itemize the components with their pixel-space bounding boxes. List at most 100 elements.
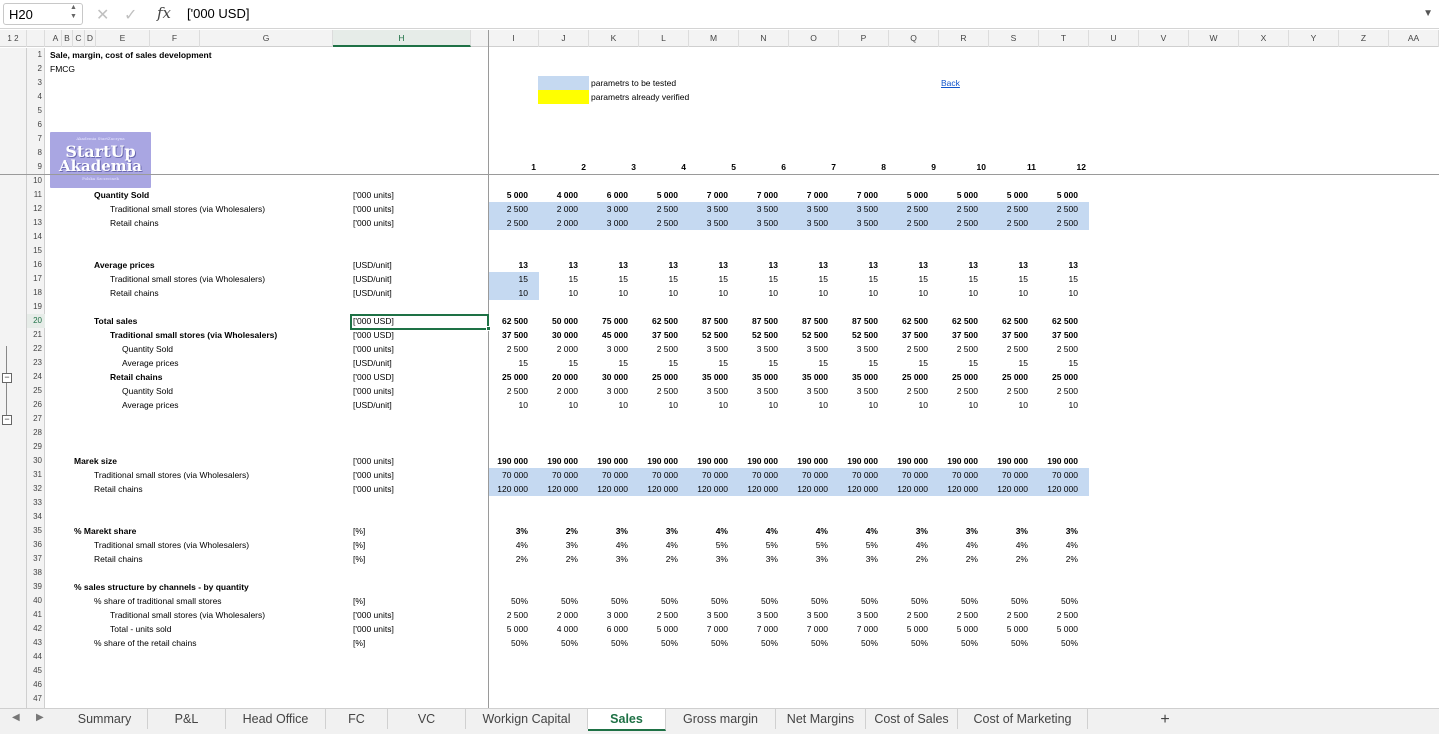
value-cell[interactable]: 2 500 [639, 384, 689, 398]
row-header-3[interactable]: 3 [27, 76, 45, 90]
value-cell[interactable]: 87 500 [689, 314, 739, 328]
value-cell[interactable]: 3 500 [789, 216, 839, 230]
value-cell[interactable]: 15 [589, 272, 639, 286]
column-header-y[interactable]: Y [1289, 30, 1339, 47]
column-header-r[interactable]: R [939, 30, 989, 47]
value-cell[interactable]: 10 [889, 398, 939, 412]
value-cell[interactable]: 2 500 [489, 608, 539, 622]
value-cell[interactable]: 10 [639, 286, 689, 300]
value-cell[interactable]: 120 000 [889, 482, 939, 496]
value-cell[interactable]: 45 000 [589, 328, 639, 342]
row-header-1[interactable]: 1 [27, 48, 45, 62]
value-cell[interactable]: 3% [539, 538, 589, 552]
value-cell[interactable]: 15 [989, 272, 1039, 286]
value-cell[interactable]: 120 000 [539, 482, 589, 496]
value-cell[interactable]: 3 500 [739, 216, 789, 230]
row-header-14[interactable]: 14 [27, 230, 45, 244]
value-cell[interactable]: 15 [739, 356, 789, 370]
value-cell[interactable]: 3 500 [789, 342, 839, 356]
row-header-20[interactable]: 20 [27, 314, 45, 328]
value-cell[interactable]: 50% [489, 636, 539, 650]
value-cell[interactable]: 120 000 [939, 482, 989, 496]
value-cell[interactable]: 50 000 [539, 314, 589, 328]
value-cell[interactable]: 2 500 [989, 384, 1039, 398]
value-cell[interactable]: 7 000 [739, 622, 789, 636]
row-header-6[interactable]: 6 [27, 118, 45, 132]
period-header[interactable]: 12 [1039, 160, 1086, 174]
row-header-2[interactable]: 2 [27, 62, 45, 76]
value-cell[interactable]: 70 000 [839, 468, 889, 482]
value-cell[interactable]: 10 [989, 286, 1039, 300]
value-cell[interactable]: 50% [839, 636, 889, 650]
value-cell[interactable]: 2 500 [1039, 608, 1089, 622]
value-cell[interactable]: 2 500 [1039, 384, 1089, 398]
column-header-x[interactable]: X [1239, 30, 1289, 47]
value-cell[interactable]: 5 000 [889, 188, 939, 202]
value-cell[interactable]: 4% [1039, 538, 1089, 552]
value-cell[interactable]: 30 000 [539, 328, 589, 342]
period-header[interactable]: 7 [789, 160, 836, 174]
value-cell[interactable]: 3% [739, 552, 789, 566]
row-header-25[interactable]: 25 [27, 384, 45, 398]
value-cell[interactable]: 2 500 [639, 202, 689, 216]
add-sheet-button[interactable]: + [1152, 710, 1178, 730]
value-cell[interactable]: 120 000 [689, 482, 739, 496]
period-header[interactable]: 11 [989, 160, 1036, 174]
value-cell[interactable]: 2 500 [889, 342, 939, 356]
value-cell[interactable]: 15 [1039, 356, 1089, 370]
row-header-40[interactable]: 40 [27, 594, 45, 608]
value-cell[interactable]: 50% [539, 636, 589, 650]
value-cell[interactable]: 50% [739, 636, 789, 650]
value-cell[interactable]: 3% [989, 524, 1039, 538]
value-cell[interactable]: 52 500 [689, 328, 739, 342]
value-cell[interactable]: 13 [689, 258, 739, 272]
value-cell[interactable]: 10 [989, 398, 1039, 412]
row-header-17[interactable]: 17 [27, 272, 45, 286]
value-cell[interactable]: 2 500 [889, 608, 939, 622]
value-cell[interactable]: 50% [889, 594, 939, 608]
value-cell[interactable]: 2 500 [939, 202, 989, 216]
value-cell[interactable]: 2 000 [539, 202, 589, 216]
value-cell[interactable]: 120 000 [739, 482, 789, 496]
sheet-tab-workign-capital[interactable]: Workign Capital [466, 709, 588, 729]
value-cell[interactable]: 15 [989, 356, 1039, 370]
row-header-39[interactable]: 39 [27, 580, 45, 594]
value-cell[interactable]: 10 [889, 286, 939, 300]
prev-sheet-icon[interactable]: ◀ [12, 712, 20, 723]
value-cell[interactable]: 37 500 [639, 328, 689, 342]
value-cell[interactable]: 4% [739, 524, 789, 538]
value-cell[interactable]: 2 500 [1039, 202, 1089, 216]
value-cell[interactable]: 15 [489, 272, 539, 286]
value-cell[interactable]: 120 000 [989, 482, 1039, 496]
collapse-group-button[interactable]: − [2, 415, 12, 425]
sheet-tab-summary[interactable]: Summary [62, 709, 148, 729]
sheet-tab-cost-of-marketing[interactable]: Cost of Marketing [958, 709, 1088, 729]
value-cell[interactable]: 13 [489, 258, 539, 272]
value-cell[interactable]: 2 500 [939, 384, 989, 398]
value-cell[interactable]: 37 500 [889, 328, 939, 342]
row-header-29[interactable]: 29 [27, 440, 45, 454]
value-cell[interactable]: 5 000 [1039, 622, 1089, 636]
value-cell[interactable]: 62 500 [1039, 314, 1089, 328]
value-cell[interactable]: 4% [489, 538, 539, 552]
value-cell[interactable]: 5 000 [489, 622, 539, 636]
value-cell[interactable]: 10 [839, 398, 889, 412]
column-header-z[interactable]: Z [1339, 30, 1389, 47]
select-all-corner[interactable] [27, 30, 45, 47]
row-header-15[interactable]: 15 [27, 244, 45, 258]
value-cell[interactable]: 35 000 [839, 370, 889, 384]
value-cell[interactable]: 2% [539, 552, 589, 566]
row-header-21[interactable]: 21 [27, 328, 45, 342]
value-cell[interactable]: 10 [1039, 398, 1089, 412]
value-cell[interactable]: 13 [1039, 258, 1089, 272]
value-cell[interactable]: 10 [939, 398, 989, 412]
value-cell[interactable]: 2% [989, 552, 1039, 566]
row-header-35[interactable]: 35 [27, 524, 45, 538]
value-cell[interactable]: 50% [589, 636, 639, 650]
value-cell[interactable]: 13 [739, 258, 789, 272]
sheet-tab-fc[interactable]: FC [326, 709, 388, 729]
value-cell[interactable]: 2 000 [539, 342, 589, 356]
value-cell[interactable]: 10 [489, 286, 539, 300]
sheet-tab-sales[interactable]: Sales [588, 709, 666, 731]
value-cell[interactable]: 15 [539, 272, 589, 286]
